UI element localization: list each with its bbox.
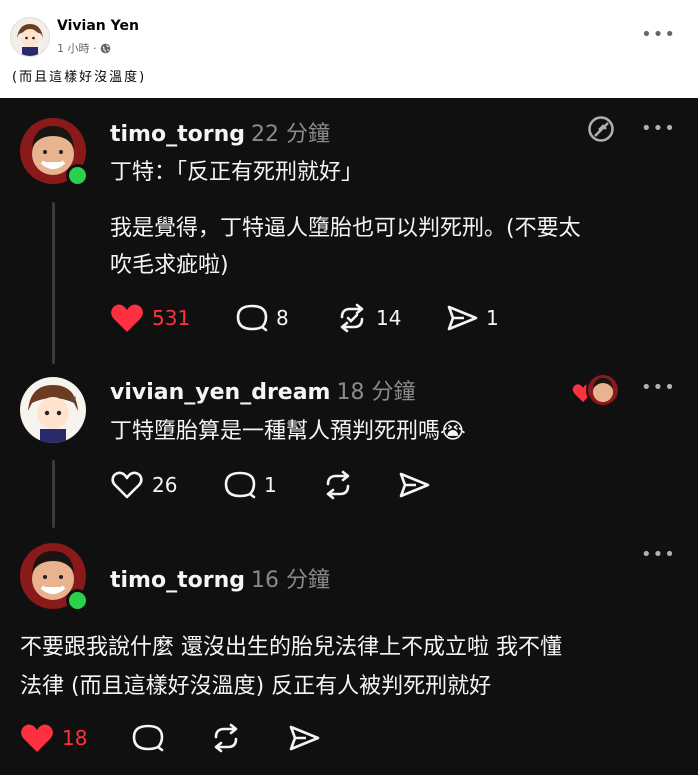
author-name[interactable]: Vivian Yen — [57, 18, 139, 34]
share-button[interactable] — [398, 470, 430, 500]
username[interactable]: timo_torng — [110, 122, 245, 147]
comment-count: 1 — [264, 473, 277, 497]
author-mini-avatar — [586, 373, 620, 407]
repost-button[interactable] — [210, 723, 242, 753]
comment-icon — [236, 304, 268, 332]
like-button[interactable]: 18 — [20, 723, 87, 753]
globe-icon — [100, 43, 110, 53]
like-count: 18 — [62, 726, 88, 750]
thread-line — [52, 460, 55, 528]
svg-text:w: w — [70, 394, 77, 403]
more-options-icon[interactable]: ••• — [641, 377, 676, 398]
repost-icon — [214, 723, 238, 753]
thread-line — [52, 202, 55, 364]
post-time[interactable]: 1 小時 · — [57, 40, 97, 56]
thread-header: vivian_yen_dream 18 分鐘 — [110, 374, 415, 406]
comment-icon — [132, 724, 164, 752]
comment-count: 8 — [276, 306, 289, 330]
share-button[interactable] — [288, 723, 320, 753]
post-text-line: 我是覺得，丁特逼人墮胎也可以判死刑。(不要太 — [110, 216, 581, 241]
comment-icon — [224, 471, 256, 499]
facebook-post-header: Vivian Yen 1 小時 · ••• (而且這樣好沒溫度) — [0, 0, 698, 98]
like-button[interactable]: 531 — [110, 303, 190, 333]
like-count: 531 — [152, 306, 191, 330]
post-time: 18 分鐘 — [336, 380, 416, 405]
vivian-avatar[interactable]: w — [20, 377, 86, 443]
heart-filled-icon — [21, 724, 53, 752]
like-button[interactable]: 26 — [110, 470, 177, 500]
more-options-icon[interactable]: ••• — [641, 118, 676, 139]
post-text-line: 不要跟我說什麼 還沒出生的胎兒法律上不成立啦 我不懂 — [20, 635, 562, 660]
author-avatar[interactable] — [10, 17, 50, 57]
username[interactable]: vivian_yen_dream — [110, 380, 330, 405]
username[interactable]: timo_torng — [110, 568, 245, 593]
post-time: 22 分鐘 — [251, 122, 330, 147]
like-count: 26 — [152, 473, 178, 497]
heart-filled-icon — [111, 304, 143, 332]
post-text-line: 法律 (而且這樣好沒溫度) 反正有人被判死刑就好 — [20, 674, 492, 699]
online-status-icon — [66, 164, 89, 187]
heart-outline-icon — [111, 471, 143, 499]
send-icon — [289, 725, 320, 751]
post-text: (而且這樣好沒溫度) — [12, 70, 147, 85]
more-options-icon[interactable]: ••• — [641, 24, 676, 45]
comment-button[interactable] — [132, 723, 164, 753]
send-icon — [447, 305, 478, 331]
post-text-line: 丁特：「反正有死刑就好」 — [110, 160, 364, 185]
online-status-icon — [66, 589, 89, 612]
threads-screenshot: timo_torng 22 分鐘 ••• 丁特：「反正有死刑就好」 我是覺得，丁特… — [0, 98, 698, 775]
comment-button[interactable]: 8 — [236, 303, 289, 333]
comment-button[interactable]: 1 — [224, 470, 277, 500]
repost-count: 14 — [376, 306, 402, 330]
post-text-line: 吹毛求疵啦) — [110, 253, 229, 278]
repost-icon — [326, 470, 350, 500]
stop-following-icon[interactable] — [586, 114, 616, 144]
share-button[interactable]: 1 — [446, 303, 499, 333]
thread-header: timo_torng 16 分鐘 — [110, 562, 330, 594]
thread-header: timo_torng 22 分鐘 — [110, 116, 330, 148]
more-options-icon[interactable]: ••• — [641, 544, 676, 565]
post-time: 16 分鐘 — [251, 568, 330, 593]
repost-icon — [340, 303, 364, 333]
send-icon — [399, 472, 430, 498]
repost-button[interactable] — [322, 470, 354, 500]
repost-button[interactable]: 14 — [336, 303, 401, 333]
liked-by-author-indicator — [572, 373, 620, 407]
post-text-line: 丁特墮胎算是一種幫人預判死刑嗎😭 — [110, 419, 466, 444]
post-meta: 1 小時 · — [57, 40, 111, 56]
share-count: 1 — [486, 306, 499, 330]
